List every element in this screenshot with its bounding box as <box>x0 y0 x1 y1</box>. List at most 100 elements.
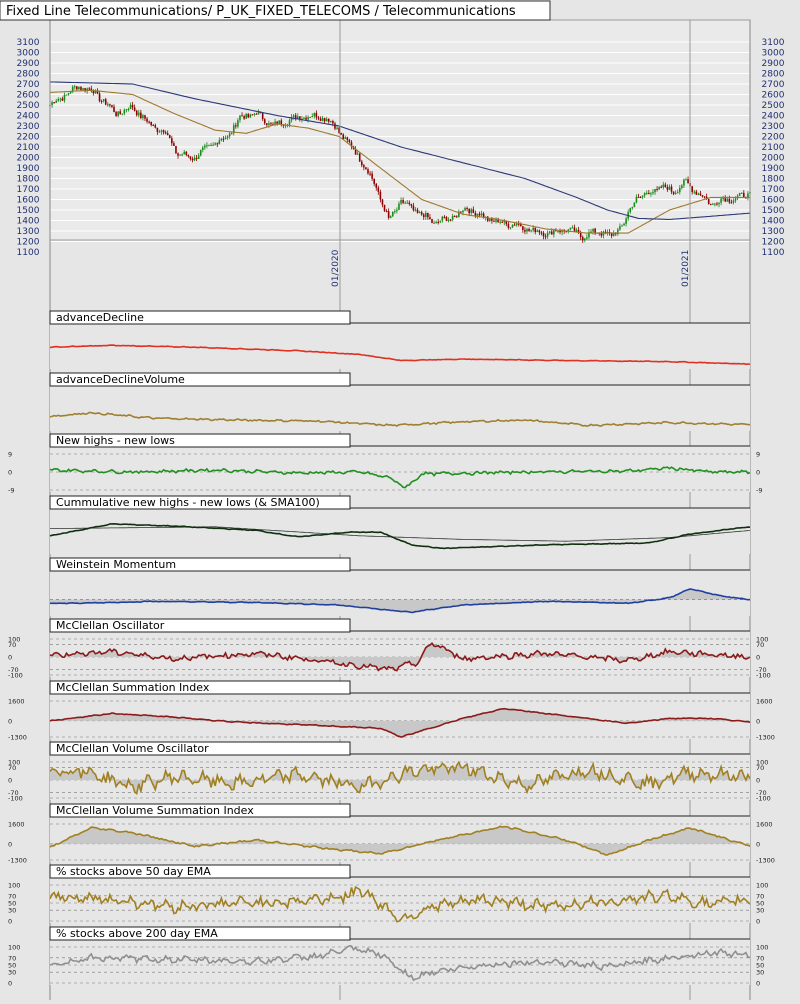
price-candle <box>162 130 165 133</box>
price-candle <box>641 195 644 198</box>
price-candle <box>449 219 452 221</box>
panel-area <box>50 939 750 985</box>
price-candle <box>652 192 654 194</box>
price-candle <box>292 115 295 117</box>
indicator-panel: 100 10070 7050 5030 300 0% stocks above 200 d… <box>8 926 768 988</box>
price-candle <box>571 227 574 229</box>
price-candle <box>530 230 532 232</box>
panel-tick-label: -100 <box>756 672 771 680</box>
price-candle <box>394 211 396 213</box>
price-tick-label: 2100 <box>762 143 785 153</box>
price-candle <box>98 93 101 102</box>
price-tick-label: 2500 <box>762 101 785 111</box>
price-candle <box>51 102 53 106</box>
price-candle <box>414 209 417 211</box>
price-candle <box>650 193 652 195</box>
price-candle <box>171 138 173 144</box>
price-candle <box>348 140 351 143</box>
price-candle <box>309 117 311 119</box>
price-candle <box>214 143 216 145</box>
panel-tick-label: 30 <box>8 969 16 977</box>
price-candle <box>489 218 491 221</box>
panel-title: McClellan Oscillator <box>56 619 165 632</box>
price-candle <box>208 145 210 147</box>
price-candle <box>261 112 264 120</box>
price-candle <box>447 219 450 221</box>
price-candle <box>453 215 456 217</box>
price-candle <box>191 158 194 161</box>
price-candle <box>235 125 237 127</box>
price-candle <box>635 196 638 203</box>
panel-tick-label: 70 <box>8 764 16 772</box>
price-candle <box>550 231 553 235</box>
price-tick-label: 2200 <box>762 133 785 143</box>
panel-tick-label: -9 <box>8 487 14 495</box>
price-candle <box>433 222 435 224</box>
price-candle <box>216 143 219 145</box>
price-candle <box>534 227 537 232</box>
price-candle <box>107 104 109 106</box>
price-candle <box>57 99 60 101</box>
price-candle <box>724 198 727 202</box>
price-candle <box>102 99 105 102</box>
indicator-panel: 1600 1600 0 0 -1300 -1300 McClellan Volume Sum… <box>8 803 775 865</box>
price-candle <box>358 153 361 162</box>
price-candle <box>681 185 683 188</box>
date-tick-label: 01/2020 <box>331 249 341 287</box>
price-candle <box>600 233 603 236</box>
panel-tick-label: 0 <box>756 717 760 725</box>
price-candle <box>243 116 245 119</box>
price-tick-label: 3100 <box>17 38 40 48</box>
panel-tick-label: 0 <box>8 654 12 662</box>
panel-tick-label: 100 <box>756 882 768 890</box>
price-candle <box>455 216 458 218</box>
price-candle <box>740 192 743 194</box>
price-candle <box>528 228 530 232</box>
price-candle <box>544 236 547 238</box>
panel-tick-label: 70 <box>756 764 764 772</box>
price-candle <box>507 224 510 228</box>
panel-tick-label: 9 <box>8 451 12 459</box>
price-candle <box>569 227 572 230</box>
price-candle <box>319 118 322 121</box>
price-candle <box>109 104 111 106</box>
price-candle <box>156 127 159 132</box>
price-tick-label: 3100 <box>762 38 785 48</box>
price-candle <box>728 198 731 203</box>
price-candle <box>220 138 223 141</box>
price-candle <box>743 192 745 197</box>
price-candle <box>346 137 349 141</box>
panel-area <box>50 631 750 677</box>
price-candle <box>416 209 419 213</box>
price-candle <box>478 213 481 216</box>
date-tick-label: 01/2021 <box>681 250 691 287</box>
price-candle <box>150 121 152 126</box>
price-candle <box>693 191 696 193</box>
price-candle <box>125 109 128 111</box>
price-candle <box>460 211 462 213</box>
price-candle <box>111 105 113 107</box>
price-candle <box>666 186 669 190</box>
price-candle <box>472 209 475 213</box>
price-candle <box>431 219 433 224</box>
price-candle <box>129 104 132 109</box>
indicator-panel: advanceDeclineVolume <box>49 372 751 431</box>
price-candle <box>687 179 689 184</box>
price-candle <box>230 133 233 135</box>
price-candle <box>263 119 266 124</box>
price-candle <box>631 207 634 209</box>
page-title: Fixed Line Telecommunications/ P_UK_FIXE… <box>6 4 516 19</box>
price-candle <box>288 120 291 125</box>
price-candle <box>670 186 673 192</box>
price-tick-label: 1600 <box>17 196 40 206</box>
panel-tick-label: 0 <box>756 469 760 477</box>
price-candle <box>369 173 371 175</box>
price-candle <box>307 117 309 120</box>
price-tick-label: 2800 <box>17 70 40 80</box>
price-candle <box>76 86 78 90</box>
price-candle <box>255 113 258 115</box>
price-candle <box>732 200 735 203</box>
panel-title: advanceDecline <box>56 311 144 324</box>
price-tick-label: 1900 <box>17 164 40 174</box>
price-candle <box>400 200 402 204</box>
